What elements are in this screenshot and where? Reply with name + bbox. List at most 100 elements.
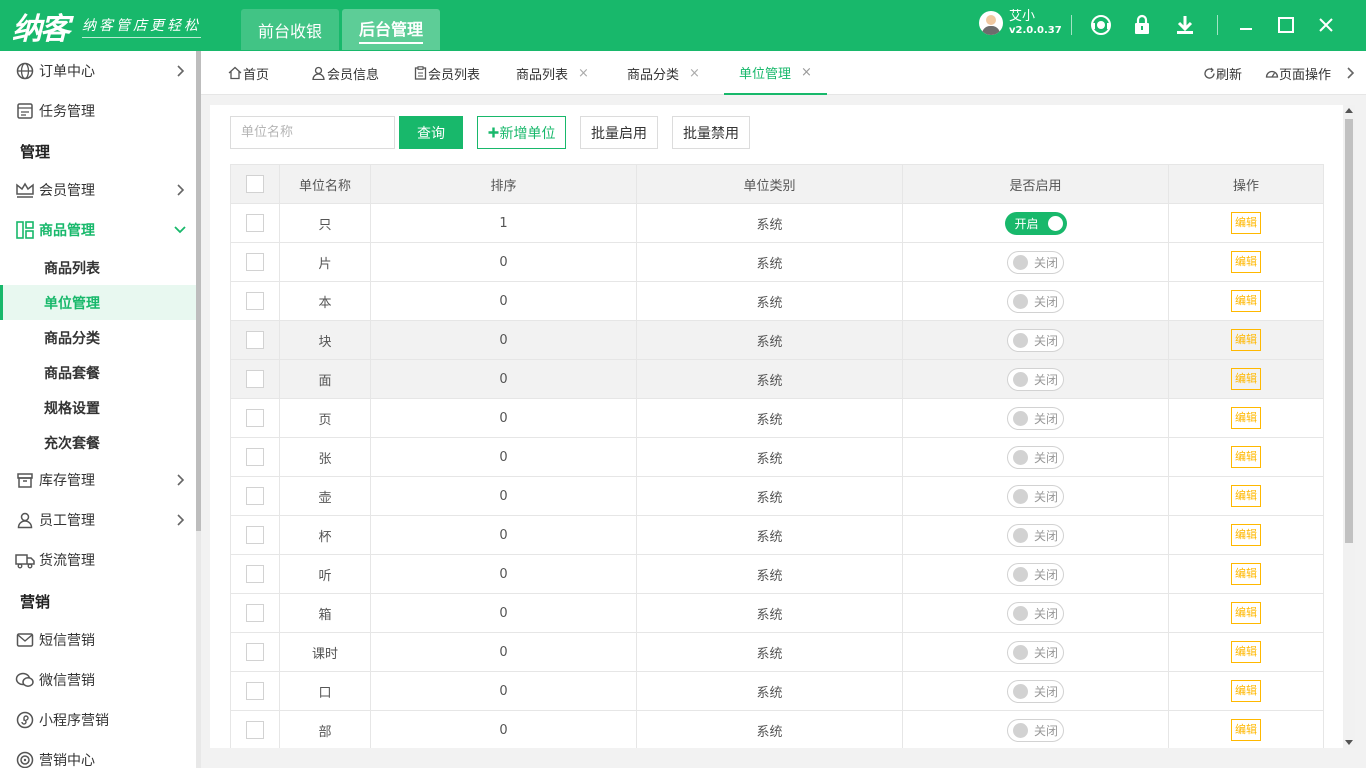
tab-backend-admin[interactable]: 后台管理 (342, 9, 440, 50)
sidebar-item-sms-marketing[interactable]: 短信营销 (0, 620, 196, 660)
enable-toggle[interactable]: 关闭 (1007, 406, 1064, 430)
batch-disable-button[interactable]: 批量禁用 (672, 116, 750, 149)
edit-button[interactable]: 编辑 (1231, 212, 1261, 234)
maximize-icon[interactable] (1274, 13, 1298, 37)
row-checkbox[interactable] (246, 721, 264, 739)
table-header-row: 单位名称 排序 单位类别 是否启用 操作 (230, 164, 1324, 204)
edit-button[interactable]: 编辑 (1231, 524, 1261, 546)
page-ops-button[interactable]: 页面操作 (1265, 51, 1331, 95)
row-checkbox[interactable] (246, 565, 264, 583)
scroll-tabs-right[interactable] (1344, 51, 1356, 95)
action-cell: 编辑 (1168, 359, 1324, 399)
support-icon[interactable] (1089, 13, 1113, 37)
edit-button[interactable]: 编辑 (1231, 680, 1261, 702)
sidebar-sub-recharge-package[interactable]: 充次套餐 (0, 425, 196, 460)
user-name: 艾小 (1009, 9, 1036, 24)
tab-home[interactable]: 首页 (228, 51, 269, 95)
enable-toggle[interactable]: 关闭 (1007, 640, 1064, 664)
edit-button[interactable]: 编辑 (1231, 563, 1261, 585)
close-icon[interactable] (1314, 13, 1338, 37)
tab-front-cashier[interactable]: 前台收银 (241, 9, 339, 50)
enable-toggle[interactable]: 关闭 (1007, 679, 1064, 703)
edit-button[interactable]: 编辑 (1231, 602, 1261, 624)
row-checkbox[interactable] (246, 643, 264, 661)
row-checkbox[interactable] (246, 448, 264, 466)
enable-toggle[interactable]: 关闭 (1007, 250, 1064, 274)
edit-button[interactable]: 编辑 (1231, 329, 1261, 351)
close-tab-icon[interactable]: × (801, 65, 812, 80)
sidebar-item-miniapp-marketing[interactable]: 小程序营销 (0, 700, 196, 740)
enable-toggle[interactable]: 关闭 (1007, 718, 1064, 742)
batch-enable-button[interactable]: 批量启用 (580, 116, 658, 149)
edit-button[interactable]: 编辑 (1231, 641, 1261, 663)
unit-name-cell: 只 (279, 203, 371, 243)
tab-goods-list[interactable]: 商品列表 × (516, 51, 589, 95)
sidebar-item-wechat-marketing[interactable]: 微信营销 (0, 660, 196, 700)
row-checkbox[interactable] (246, 370, 264, 388)
sidebar-sub-goods-category[interactable]: 商品分类 (0, 320, 196, 355)
enable-toggle[interactable]: 关闭 (1007, 328, 1064, 352)
tab-member-info[interactable]: 会员信息 (311, 51, 379, 95)
add-unit-button[interactable]: 新增单位 (477, 116, 566, 149)
close-tab-icon[interactable]: × (578, 66, 589, 81)
edit-button[interactable]: 编辑 (1231, 719, 1261, 741)
enable-toggle[interactable]: 关闭 (1007, 484, 1064, 508)
lock-icon[interactable] (1130, 13, 1154, 37)
user-profile[interactable]: 艾小 v2.0.0.37 (979, 9, 1062, 36)
enable-toggle[interactable]: 关闭 (1007, 601, 1064, 625)
enable-toggle[interactable]: 关闭 (1007, 445, 1064, 469)
row-checkbox[interactable] (246, 214, 264, 232)
row-checkbox[interactable] (246, 487, 264, 505)
content-scrollbar[interactable] (1343, 105, 1355, 748)
sidebar-sub-unit-management[interactable]: 单位管理 (0, 285, 196, 320)
scroll-up-arrow-icon[interactable] (1345, 108, 1353, 113)
edit-button[interactable]: 编辑 (1231, 485, 1261, 507)
scrollbar-thumb[interactable] (1345, 119, 1353, 543)
sort-cell: 0 (370, 554, 637, 594)
edit-button[interactable]: 编辑 (1231, 290, 1261, 312)
sidebar-scrollbar[interactable] (196, 51, 201, 768)
enable-toggle[interactable]: 关闭 (1007, 523, 1064, 547)
row-checkbox[interactable] (246, 409, 264, 427)
sidebar-item-goods[interactable]: 商品管理 (0, 210, 196, 250)
sidebar-item-tasks[interactable]: 任务管理 (0, 91, 196, 131)
tab-front-cashier-label: 前台收银 (257, 21, 322, 41)
tab-member-list[interactable]: 会员列表 (414, 51, 480, 95)
row-checkbox[interactable] (246, 682, 264, 700)
query-button[interactable]: 查询 (399, 116, 463, 149)
row-checkbox[interactable] (246, 331, 264, 349)
edit-button[interactable]: 编辑 (1231, 446, 1261, 468)
logo-slogan: 纳客管店更轻松 (82, 15, 201, 38)
edit-button[interactable]: 编辑 (1231, 407, 1261, 429)
enable-toggle[interactable]: 关闭 (1007, 562, 1064, 586)
edit-button[interactable]: 编辑 (1231, 251, 1261, 273)
sidebar-sub-goods-package[interactable]: 商品套餐 (0, 355, 196, 390)
enable-toggle[interactable]: 关闭 (1007, 289, 1064, 313)
select-all-checkbox[interactable] (246, 175, 264, 193)
download-icon[interactable] (1173, 13, 1197, 37)
sidebar-item-staff[interactable]: 员工管理 (0, 500, 196, 540)
unit-name-search-input[interactable] (230, 116, 395, 149)
edit-button[interactable]: 编辑 (1231, 368, 1261, 390)
sidebar-item-inventory[interactable]: 库存管理 (0, 460, 196, 500)
sidebar-item-logistics[interactable]: 货流管理 (0, 540, 196, 580)
tab-goods-category[interactable]: 商品分类 × (627, 51, 700, 95)
row-checkbox[interactable] (246, 604, 264, 622)
close-tab-icon[interactable]: × (689, 66, 700, 81)
row-checkbox[interactable] (246, 253, 264, 271)
clipboard-icon (414, 66, 427, 80)
tab-unit-management[interactable]: 单位管理 × (724, 51, 827, 95)
sidebar-item-orders[interactable]: 订单中心 (0, 51, 196, 91)
row-checkbox[interactable] (246, 526, 264, 544)
minimize-icon[interactable] (1234, 13, 1258, 37)
enable-toggle[interactable]: 关闭 (1007, 367, 1064, 391)
row-checkbox[interactable] (246, 292, 264, 310)
sidebar-item-members[interactable]: 会员管理 (0, 170, 196, 210)
scroll-down-arrow-icon[interactable] (1345, 740, 1353, 745)
table-row: 口 0 系统 关闭 编辑 (230, 671, 1324, 711)
sidebar-sub-spec-settings[interactable]: 规格设置 (0, 390, 196, 425)
sidebar-sub-goods-list[interactable]: 商品列表 (0, 250, 196, 285)
sidebar-item-marketing-center[interactable]: 营销中心 (0, 740, 196, 768)
refresh-button[interactable]: 刷新 (1203, 51, 1242, 95)
enable-toggle[interactable]: 开启 (1004, 211, 1067, 235)
